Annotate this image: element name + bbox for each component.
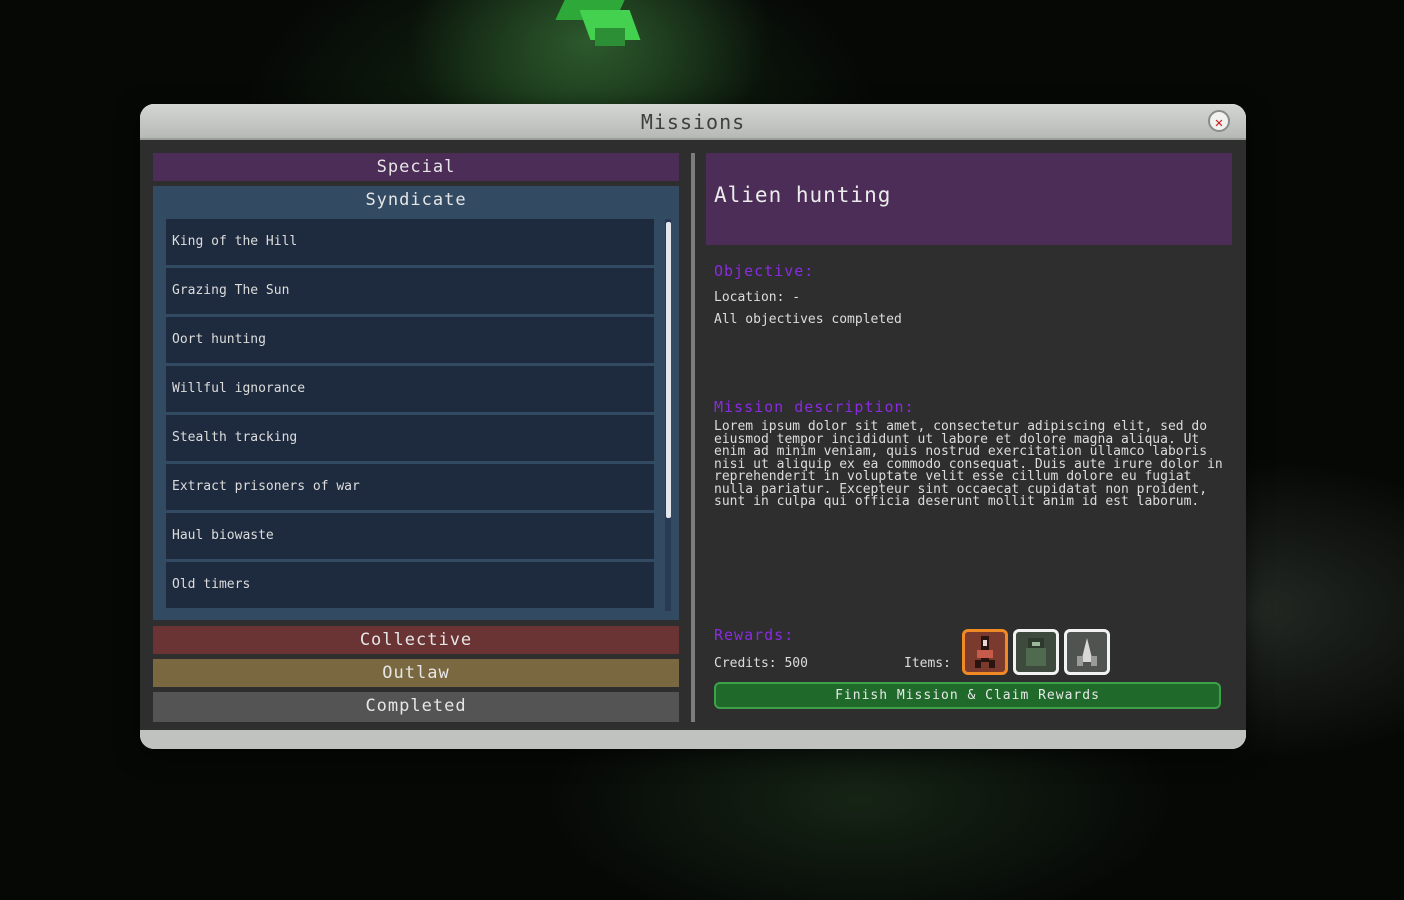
window-title: Missions bbox=[640, 110, 746, 134]
armor-item-glyph bbox=[1026, 638, 1046, 666]
mission-list-item[interactable]: Oort hunting bbox=[166, 317, 654, 363]
window-bottom-bar bbox=[140, 730, 1246, 749]
objective-status: All objectives completed bbox=[714, 312, 902, 327]
leaf-decoration bbox=[595, 28, 625, 46]
mission-list-item[interactable]: Willful ignorance bbox=[166, 366, 654, 412]
rewards-label: Rewards: bbox=[714, 626, 795, 644]
mission-list-item[interactable]: Extract prisoners of war bbox=[166, 464, 654, 510]
mission-title: Alien hunting bbox=[714, 183, 892, 207]
objective-label: Objective: bbox=[714, 262, 815, 280]
ship-item-glyph bbox=[1077, 638, 1097, 666]
mission-list-item[interactable]: Haul biowaste bbox=[166, 513, 654, 559]
reward-credits: Credits: 500 bbox=[714, 656, 808, 671]
mission-list-scroll-thumb[interactable] bbox=[666, 222, 671, 518]
description-label: Mission description: bbox=[714, 398, 915, 416]
mission-list-item[interactable]: Stealth tracking bbox=[166, 415, 654, 461]
finish-mission-button[interactable]: Finish Mission & Claim Rewards bbox=[714, 682, 1221, 709]
objective-location: Location: - bbox=[714, 290, 801, 305]
category-collective[interactable]: Collective bbox=[153, 626, 679, 654]
category-completed[interactable]: Completed bbox=[153, 692, 679, 722]
column-divider bbox=[691, 153, 695, 722]
reward-items-label: Items: bbox=[904, 656, 951, 671]
mission-description: Lorem ipsum dolor sit amet, consectetur … bbox=[714, 419, 1223, 509]
rocket-item-icon[interactable] bbox=[962, 629, 1008, 675]
close-icon[interactable]: ✕ bbox=[1208, 110, 1230, 132]
mission-list-item[interactable]: King of the Hill bbox=[166, 219, 654, 265]
mission-header: Alien hunting bbox=[706, 153, 1232, 245]
rocket-item-glyph bbox=[975, 636, 995, 668]
category-special[interactable]: Special bbox=[153, 153, 679, 181]
category-outlaw[interactable]: Outlaw bbox=[153, 659, 679, 687]
window-content: Special Syndicate King of the Hill Grazi… bbox=[140, 140, 1246, 730]
armor-item-icon[interactable] bbox=[1013, 629, 1059, 675]
mission-list: King of the Hill Grazing The Sun Oort hu… bbox=[166, 219, 654, 611]
category-syndicate[interactable]: Syndicate bbox=[153, 186, 679, 214]
ship-item-icon[interactable] bbox=[1064, 629, 1110, 675]
mission-list-item[interactable]: Old timers bbox=[166, 562, 654, 608]
missions-window: Missions ✕ Special Syndicate King of the… bbox=[140, 104, 1246, 749]
window-titlebar[interactable]: Missions ✕ bbox=[140, 104, 1246, 140]
category-syndicate-panel: Syndicate King of the Hill Grazing The S… bbox=[153, 186, 679, 620]
mission-list-item[interactable]: Grazing The Sun bbox=[166, 268, 654, 314]
